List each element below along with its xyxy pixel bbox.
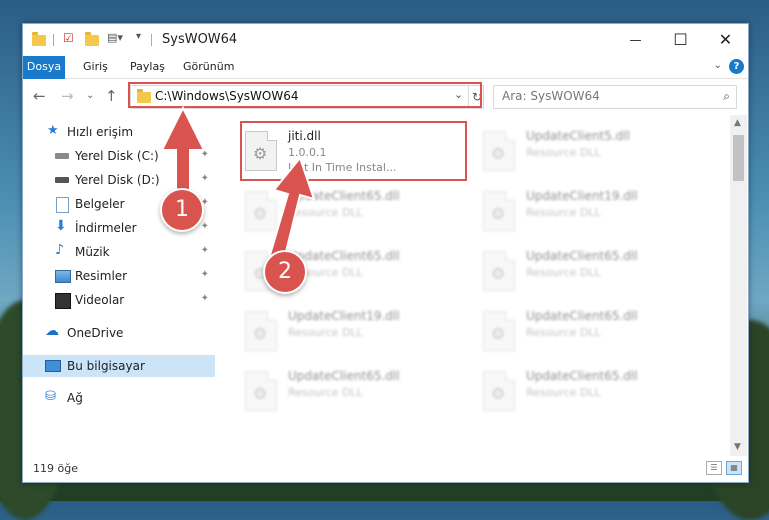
annotation-arrows [160,105,316,262]
step-1-badge: 1 [160,188,204,232]
step-2-badge: 2 [263,250,307,294]
arrow-2 [268,155,316,262]
